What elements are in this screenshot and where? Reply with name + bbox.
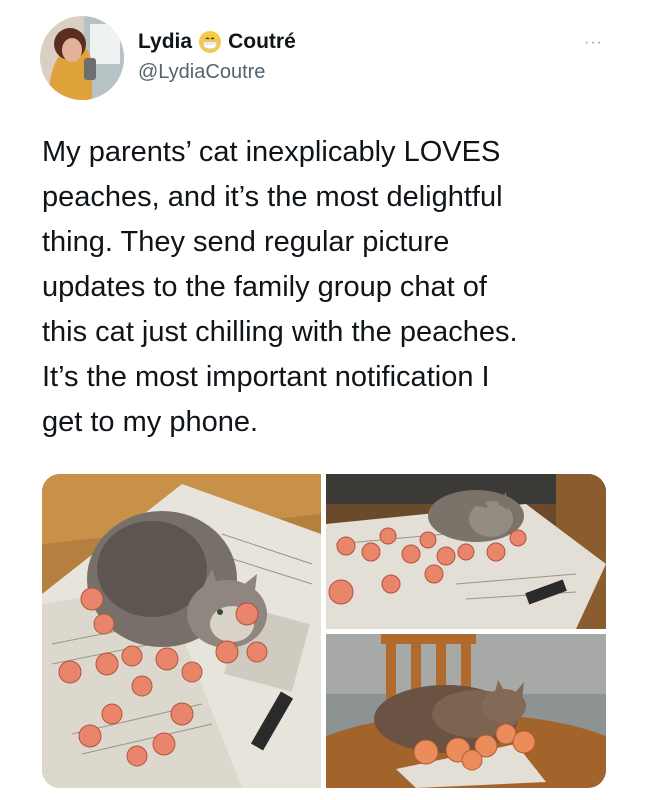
display-name-last: Coutré — [228, 30, 296, 53]
avatar[interactable] — [40, 16, 124, 100]
more-options-icon[interactable]: ··· — [584, 34, 603, 52]
user-handle[interactable]: @LydiaCoutre — [138, 61, 265, 84]
media-grid — [42, 474, 606, 788]
tweet-card: Lydia Coutré @LydiaCoutre ··· My parents… — [0, 0, 647, 800]
display-name[interactable]: Lydia Coutré — [138, 30, 296, 54]
photo-cat-newspaper-peaches[interactable] — [42, 474, 321, 788]
display-name-first: Lydia — [138, 30, 193, 53]
photo-cat-among-peaches[interactable] — [326, 474, 606, 629]
tweet-text: My parents’ cat inexplicably LOVES peach… — [42, 136, 518, 438]
face-with-mask-emoji-icon — [199, 31, 222, 53]
photo-cat-sleeping-by-peaches[interactable] — [326, 634, 606, 788]
